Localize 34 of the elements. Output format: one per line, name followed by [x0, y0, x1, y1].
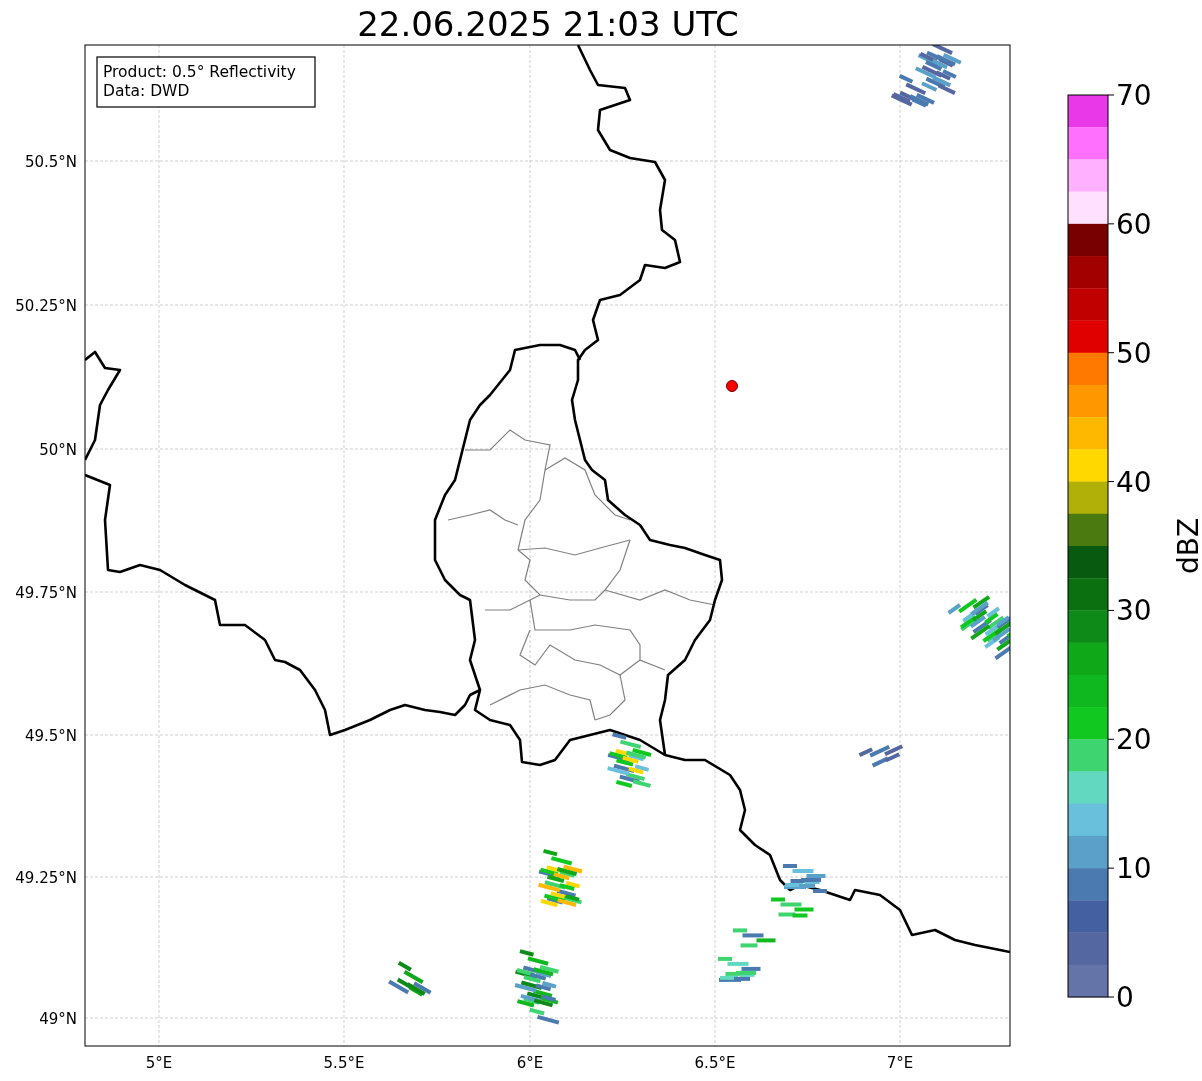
radar-site-marker [726, 380, 738, 392]
colorbar-tick-label: 50 [1116, 336, 1152, 370]
colorbar-label: dBZ [1172, 517, 1202, 575]
chart-title: 22.06.2025 21:03 UTC [357, 4, 739, 44]
radar-echo [607, 732, 652, 788]
radar-echo [718, 956, 761, 982]
colorbar-tick-label: 40 [1116, 465, 1152, 499]
latitude-label: 50.5°N [24, 153, 77, 171]
radar-echo [733, 928, 776, 948]
longitude-label: 6°E [516, 1054, 544, 1072]
longitude-label: 7°E [886, 1054, 914, 1072]
longitude-label: 5°E [145, 1054, 173, 1072]
radar-echo [783, 864, 827, 893]
colorbar-tick-label: 0 [1116, 981, 1134, 1014]
latitude-label: 50.25°N [15, 297, 77, 315]
colorbar-tick-label: 70 [1116, 79, 1152, 112]
latitude-label: 49°N [39, 1010, 77, 1028]
radar-echo [388, 961, 432, 997]
radar-echo [538, 848, 583, 908]
legend-text: Product: 0.5° Reflectivity [103, 63, 296, 81]
colorbar-tick-label: 60 [1116, 207, 1152, 241]
legend-text: Data: DWD [103, 82, 190, 100]
longitude-label: 6.5°E [694, 1054, 736, 1072]
radar-echo [947, 595, 1010, 660]
longitude-label: 5.5°E [323, 1054, 365, 1072]
colorbar-tick-label: 30 [1116, 594, 1152, 628]
colorbar-tick-label: 10 [1116, 852, 1152, 886]
latitude-label: 49.75°N [15, 584, 77, 602]
colorbar-tick-label: 20 [1116, 723, 1152, 757]
radar-echo [771, 897, 814, 918]
radar-echo [858, 744, 904, 768]
latitude-label: 49.5°N [24, 727, 77, 745]
latitude-label: 50°N [39, 441, 77, 459]
latitude-label: 49.25°N [15, 869, 77, 887]
